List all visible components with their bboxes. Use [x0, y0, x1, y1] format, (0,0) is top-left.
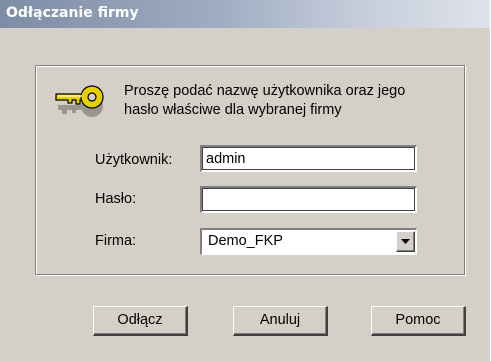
- instruction-text: Proszę podać nazwę użytkownika oraz jego…: [124, 82, 464, 120]
- user-input[interactable]: [200, 145, 417, 172]
- help-button[interactable]: Pomoc: [371, 306, 466, 336]
- title-bar[interactable]: Odłączanie firmy: [0, 0, 490, 28]
- disconnect-company-dialog: Odłączanie firmy Proszę podać nazwę użyt…: [0, 0, 491, 361]
- user-label: Użytkownik:: [95, 152, 173, 168]
- company-select-value: Demo_FKP: [208, 233, 283, 249]
- dropdown-button[interactable]: [396, 231, 415, 252]
- instruction-line-1: Proszę podać nazwę użytkownika oraz jego: [124, 83, 406, 99]
- password-label: Hasło:: [95, 191, 137, 207]
- cancel-button[interactable]: Anuluj: [233, 306, 328, 336]
- company-select[interactable]: Demo_FKP: [200, 228, 417, 255]
- window-title: Odłączanie firmy: [6, 5, 139, 21]
- key-icon: [52, 80, 112, 130]
- chevron-down-icon: [401, 239, 410, 244]
- company-label: Firma:: [95, 233, 137, 249]
- password-input[interactable]: [200, 186, 417, 213]
- instruction-line-2: hasło właściwe dla wybranej firmy: [124, 102, 342, 118]
- disconnect-button[interactable]: Odłącz: [93, 306, 188, 336]
